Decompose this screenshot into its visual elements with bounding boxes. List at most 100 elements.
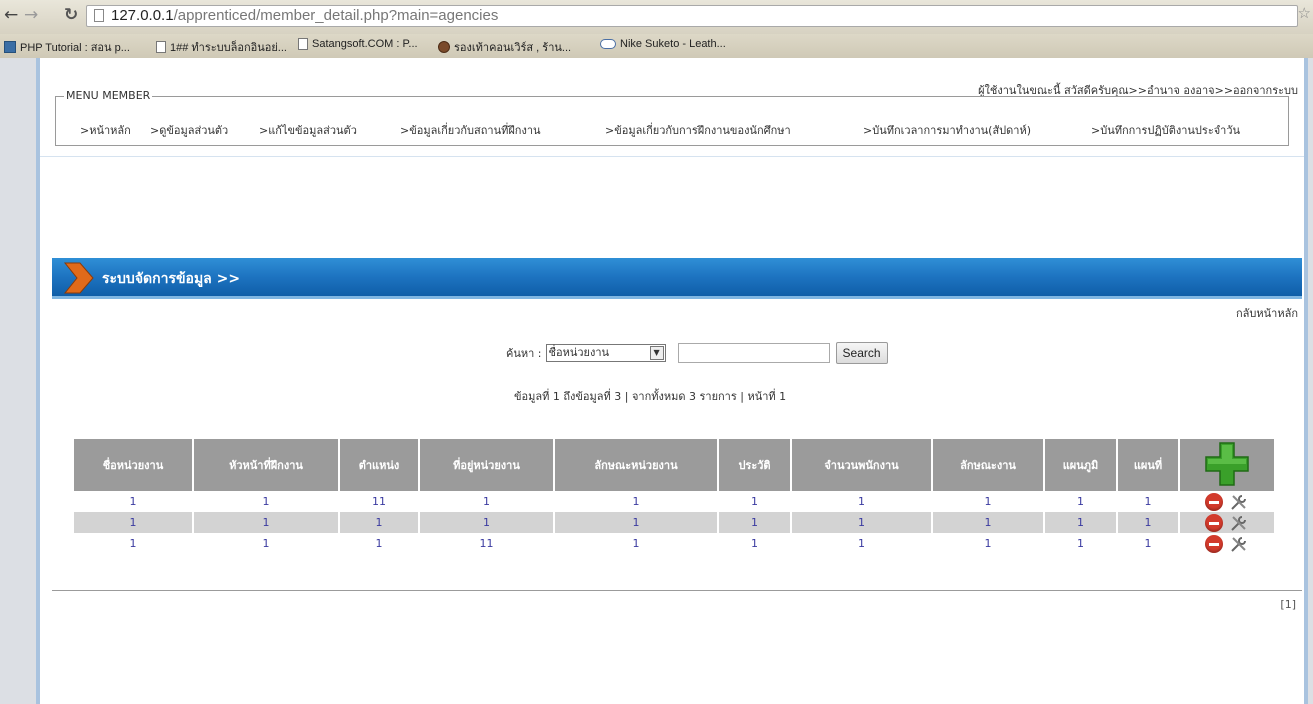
plus-icon[interactable] (1203, 440, 1251, 488)
page-content: ผู้ใช้งานในขณะนี้ สวัสดีครับคุณ>>อำนาจ อ… (36, 58, 1308, 704)
search-label: ค้นหา : (506, 347, 542, 360)
bookmark-item[interactable]: 1## ทำระบบล็อกอินอย่... (156, 38, 287, 56)
cell-agency-name: 1 (74, 491, 194, 512)
cell-agency-name: 1 (74, 512, 194, 533)
bookmark-label: PHP Tutorial : สอน p... (20, 42, 130, 54)
cell-chart: 1 (1044, 491, 1118, 512)
section-header: ระบบจัดการข้อมูล >> (52, 258, 1302, 299)
record-info: ข้อมูลที่ 1 ถึงข้อมูลที่ 3 | จากทั้งหมด … (514, 390, 787, 403)
table-row: 1 1 1 1 1 1 1 1 1 1 (74, 512, 1274, 533)
col-header-agency-name: ชื่อหน่วยงาน (74, 439, 194, 491)
cell-supervisor: 1 (193, 491, 340, 512)
page-icon (94, 9, 104, 22)
back-to-home-link[interactable]: กลับหน้าหลัก (1236, 304, 1298, 322)
table-row: 1 1 1 11 1 1 1 1 1 1 (74, 533, 1274, 554)
cell-history: 1 (718, 491, 792, 512)
cell-address: 11 (419, 533, 555, 554)
cell-position: 1 (339, 533, 420, 554)
menu-legend: MENU MEMBER (64, 89, 153, 102)
bookmark-label: Nike Suketo - Leath... (620, 38, 726, 50)
chevron-down-icon[interactable]: ▼ (649, 346, 664, 360)
wrench-icon[interactable] (1229, 513, 1249, 533)
bookmark-item[interactable]: รองเท้าคอนเวิร์ส , ร้าน... (438, 38, 571, 56)
cell-employees: 1 (791, 512, 933, 533)
cell-position: 1 (339, 512, 420, 533)
col-header-employees: จำนวนพนักงาน (791, 439, 933, 491)
bookmarks-bar: PHP Tutorial : สอน p... 1## ทำระบบล็อกอิ… (0, 34, 1313, 58)
cell-actions (1179, 512, 1274, 533)
col-header-position: ตำแหน่ง (339, 439, 420, 491)
menu-item-weekly-attendance[interactable]: >บันทึกเวลาการมาทำงาน(สัปดาห์) (863, 121, 1031, 139)
pagination[interactable]: [1] (1280, 598, 1296, 611)
bookmark-label: 1## ทำระบบล็อกอินอย่... (170, 42, 287, 54)
address-bar[interactable]: 127.0.0.1/apprenticed/member_detail.php?… (86, 5, 1298, 27)
col-header-address: ที่อยู่หน่วยงาน (419, 439, 555, 491)
cell-map: 1 (1117, 533, 1180, 554)
cell-employees: 1 (791, 491, 933, 512)
menu-item-workplace[interactable]: >ข้อมูลเกี่ยวกับสถานที่ฝึกงาน (400, 121, 541, 139)
cell-actions (1179, 533, 1274, 554)
col-header-actions (1179, 439, 1274, 491)
search-button[interactable]: Search (835, 342, 888, 364)
back-arrow-icon[interactable]: ← (4, 5, 18, 25)
minus-circle-icon[interactable] (1205, 513, 1223, 532)
chevron-right-icon (63, 262, 94, 294)
cell-history: 1 (718, 512, 792, 533)
cell-chart: 1 (1044, 533, 1118, 554)
cell-agency-type: 1 (554, 512, 719, 533)
bookmark-label: รองเท้าคอนเวิร์ส , ร้าน... (454, 42, 572, 54)
search-input[interactable] (677, 343, 830, 363)
page-icon (298, 38, 308, 50)
bookmark-item[interactable]: Nike Suketo - Leath... (600, 38, 726, 50)
reload-icon[interactable]: ↻ (64, 5, 78, 25)
bookmark-label: Satangsoft.COM : P... (312, 38, 418, 50)
search-field-value: ชื่อหน่วยงาน (548, 346, 610, 359)
agencies-table: ชื่อหน่วยงาน หัวหน้าที่ฝึกงาน ตำแหน่ง ที… (74, 439, 1274, 554)
member-menu: MENU MEMBER >หน้าหลัก >ดูข้อมูลส่วนตัว >… (55, 89, 1289, 146)
menu-item-view-profile[interactable]: >ดูข้อมูลส่วนตัว (150, 121, 228, 139)
url-path: /apprenticed/member_detail.php?main=agen… (173, 7, 499, 24)
cell-employees: 1 (791, 533, 933, 554)
col-header-agency-type: ลักษณะหน่วยงาน (554, 439, 719, 491)
table-row: 1 1 11 1 1 1 1 1 1 1 (74, 491, 1274, 512)
shoe-icon (600, 39, 616, 49)
minus-circle-icon[interactable] (1205, 534, 1223, 553)
cell-agency-type: 1 (554, 491, 719, 512)
cell-agency-name: 1 (74, 533, 194, 554)
menu-item-home[interactable]: >หน้าหลัก (80, 121, 131, 139)
col-header-chart: แผนภูมิ (1044, 439, 1118, 491)
cell-job-type: 1 (932, 512, 1045, 533)
col-header-map: แผนที่ (1117, 439, 1180, 491)
table-header-row: ชื่อหน่วยงาน หัวหน้าที่ฝึกงาน ตำแหน่ง ที… (74, 439, 1274, 491)
url-host: 127.0.0.1 (111, 7, 174, 24)
menu-item-edit-profile[interactable]: >แก้ไขข้อมูลส่วนตัว (259, 121, 357, 139)
cell-chart: 1 (1044, 512, 1118, 533)
cell-position: 11 (339, 491, 420, 512)
cell-map: 1 (1117, 491, 1180, 512)
cell-address: 1 (419, 491, 555, 512)
cell-actions (1179, 491, 1274, 512)
cell-supervisor: 1 (193, 512, 340, 533)
table-divider (52, 590, 1302, 591)
bookmark-star-icon[interactable]: ☆ (1298, 4, 1311, 22)
forward-arrow-icon[interactable]: → (24, 5, 38, 25)
url-text[interactable]: 127.0.0.1/apprenticed/member_detail.php?… (111, 7, 498, 25)
section-title: ระบบจัดการข้อมูล >> (102, 271, 241, 287)
wrench-icon[interactable] (1229, 492, 1249, 512)
menu-divider (40, 156, 1304, 157)
minus-circle-icon[interactable] (1205, 492, 1223, 511)
bookmark-item[interactable]: Satangsoft.COM : P... (298, 38, 418, 50)
menu-item-daily-log[interactable]: >บันทึกการปฏิบัติงานประจำวัน (1091, 121, 1240, 139)
search-field-select[interactable]: ชื่อหน่วยงาน ▼ (545, 344, 666, 362)
bookmark-item[interactable]: PHP Tutorial : สอน p... (4, 38, 130, 56)
col-header-supervisor: หัวหน้าที่ฝึกงาน (193, 439, 340, 491)
wrench-icon[interactable] (1229, 534, 1249, 554)
cell-job-type: 1 (932, 533, 1045, 554)
cell-job-type: 1 (932, 491, 1045, 512)
menu-item-student-training[interactable]: >ข้อมูลเกี่ยวกับการฝึกงานของนักศึกษา (605, 121, 791, 139)
search-form: ค้นหา : ชื่อหน่วยงาน ▼ Search (506, 342, 888, 364)
cell-agency-type: 1 (554, 533, 719, 554)
cell-address: 1 (419, 512, 555, 533)
cell-supervisor: 1 (193, 533, 340, 554)
grid-icon (4, 41, 16, 53)
